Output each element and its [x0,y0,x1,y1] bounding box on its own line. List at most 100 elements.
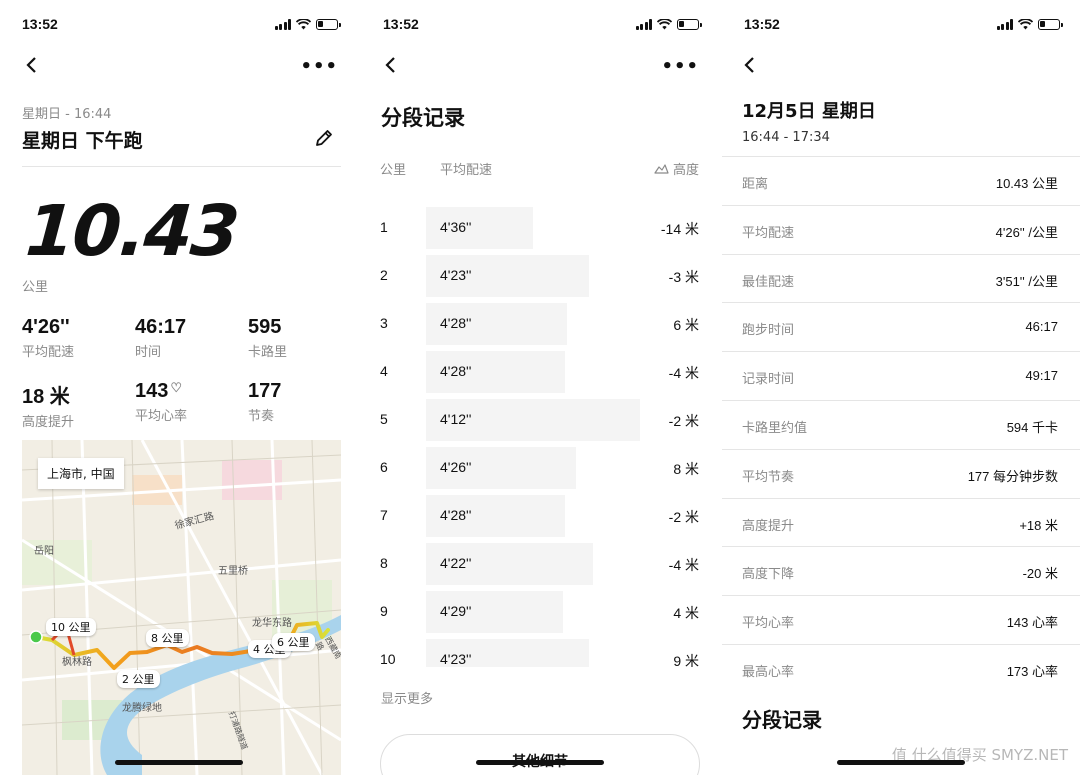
column-header-km: 公里 [380,163,407,178]
signal-icon [996,19,1013,30]
split-pace: 4'29'' [440,603,472,619]
km-marker: 6 公里 [272,633,315,651]
signal-icon [635,19,652,30]
home-indicator[interactable] [115,760,243,765]
stat-avg-pace: 4'26'' 平均配速 [22,316,75,360]
split-row: 2 4'23'' -3 米 [361,253,719,297]
back-chevron-icon[interactable] [383,56,405,78]
detail-row: 高度下降 -20 米 [722,546,1080,595]
detail-value: 3'51'' /公里 [995,273,1058,289]
home-indicator[interactable] [837,760,965,765]
distance-unit: 公里 [22,280,49,295]
detail-row: 距离 10.43 公里 [722,156,1080,205]
back-chevron-icon[interactable] [742,56,764,78]
detail-row: 平均心率 143 心率 [722,595,1080,644]
activity-date: 12月5日 星期日 [742,101,876,122]
split-km: 5 [380,411,388,427]
back-chevron-icon[interactable] [24,56,46,78]
detail-label: 平均心率 [742,616,795,632]
km-marker: 10 公里 [46,618,96,636]
show-more-link[interactable]: 显示更多 [381,688,433,707]
detail-label: 记录时间 [742,372,795,388]
detail-value: 173 心率 [1006,664,1058,679]
wifi-icon [657,19,672,30]
split-km: 1 [380,219,388,235]
detail-value: 49:17 [1025,368,1058,384]
split-row: 10 4'23'' 9 米 [361,637,719,667]
split-km: 6 [380,459,388,475]
map-place: 枫林路 [62,657,92,668]
detail-row: 跑步时间 46:17 [722,302,1080,351]
activity-datetime: 星期日 - 16:44 [22,107,112,122]
detail-label: 平均节奏 [742,469,795,485]
splits-title: 分段记录 [381,106,465,130]
detail-label: 高度下降 [742,567,795,583]
split-pace: 4'36'' [440,219,472,235]
home-indicator[interactable] [476,760,604,765]
detail-label: 距离 [742,177,769,192]
split-row: 1 4'36'' -14 米 [361,205,719,249]
detail-value: 10.43 公里 [995,176,1058,191]
split-pace: 4'26'' [440,459,472,475]
split-elevation: -2 米 [668,413,699,429]
detail-label: 最佳配速 [742,274,795,290]
column-header-pace: 平均配速 [440,163,493,178]
split-pace: 4'23'' [440,651,472,667]
split-row: 4 4'28'' -4 米 [361,349,719,393]
stat-time: 46:17 时间 [135,316,187,360]
battery-icon [677,19,702,30]
km-marker: 2 公里 [117,670,160,688]
stat-avg-heart-rate: 143 ♡ 平均心率 [135,380,188,424]
split-pace: 4'23'' [440,267,472,283]
status-bar: 13:52 [22,16,341,36]
split-elevation: -4 米 [668,557,699,573]
split-pace: 4'28'' [440,315,472,331]
detail-label: 平均配速 [742,225,795,241]
map-place: 五里桥 [218,566,248,577]
more-options-icon[interactable]: ••• [661,56,699,77]
split-pace: 4'28'' [440,363,472,379]
detail-value: 4'26'' /公里 [995,224,1058,240]
splits-list: 1 4'36'' -14 米 2 4'23'' -3 米 3 4'28'' 6 米 4 4'28''… [361,205,719,667]
detail-value: -20 米 [1022,566,1058,582]
details-screen: 13:52 12月5日 星期日 16:44 - 17:34 距离 10.43 公里… [722,0,1080,775]
activity-time-range: 16:44 - 17:34 [742,130,830,145]
detail-value: 594 千卡 [1006,420,1058,435]
split-row: 5 4'12'' -2 米 [361,397,719,441]
split-row: 8 4'22'' -4 米 [361,541,719,585]
more-options-icon[interactable]: ••• [300,56,338,77]
split-row: 3 4'28'' 6 米 [361,301,719,345]
split-km: 7 [380,507,388,523]
split-row: 6 4'26'' 8 米 [361,445,719,489]
edit-pencil-icon[interactable] [314,128,336,150]
elevation-icon [654,164,669,174]
detail-row: 最高心率 173 心率 [722,644,1080,693]
detail-label: 卡路里约值 [742,421,808,436]
split-pace: 4'12'' [440,411,472,427]
wifi-icon [296,19,311,30]
signal-icon [274,19,291,30]
route-map[interactable]: 上海市, 中国 10 公里 8 公里 4 公里 2 公里 6 公里 岳阳 五里桥… [22,440,341,775]
split-km: 8 [380,555,388,571]
split-elevation: -3 米 [668,269,699,285]
detail-label: 高度提升 [742,518,795,534]
detail-row: 最佳配速 3'51'' /公里 [722,253,1080,303]
detail-value: 46:17 [1025,319,1058,335]
other-details-button[interactable]: 其他细节 [380,734,700,775]
detail-label: 跑步时间 [742,323,795,339]
split-row: 7 4'28'' -2 米 [361,493,719,537]
km-marker: 8 公里 [146,629,189,647]
detail-value: 177 每分钟步数 [967,468,1058,484]
split-pace: 4'22'' [440,555,472,571]
detail-label: 最高心率 [742,665,795,680]
split-elevation: 9 米 [673,653,699,667]
split-row: 9 4'29'' 4 米 [361,589,719,633]
heart-icon: ♡ [170,380,183,395]
split-elevation: -14 米 [660,221,699,237]
stat-calories: 595 卡路里 [248,316,288,360]
split-elevation: -2 米 [668,509,699,525]
split-km: 10 [380,651,396,667]
map-place: 岳阳 [34,546,54,557]
splits-screen: 13:52 ••• 分段记录 公里 平均配速 高度 1 4'36'' -14 米 2 4… [361,0,719,775]
detail-row: 卡路里约值 594 千卡 [722,400,1080,449]
